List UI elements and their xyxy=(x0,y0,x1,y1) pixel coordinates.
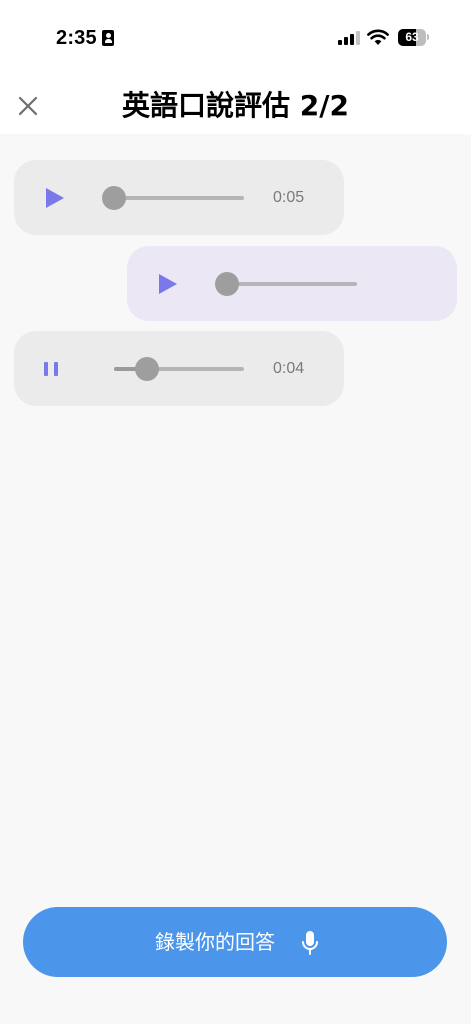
battery-icon: 63 xyxy=(398,29,426,46)
play-button[interactable] xyxy=(151,268,183,300)
audio-slider-thumb[interactable] xyxy=(134,357,159,381)
header: 英語口說評估 2/2 xyxy=(0,78,471,134)
chat-area: 0:05 0:04 xyxy=(0,134,471,1024)
audio-slider-thumb[interactable] xyxy=(215,272,239,296)
audio-message-2 xyxy=(127,246,457,321)
play-button[interactable] xyxy=(38,182,70,214)
audio-message-3: 0:04 xyxy=(14,331,344,406)
cellular-signal-icon xyxy=(338,31,360,45)
audio-duration: 0:05 xyxy=(273,189,305,206)
play-icon xyxy=(159,274,177,294)
page-title: 英語口說評估 2/2 xyxy=(122,89,349,122)
record-answer-label: 錄製你的回答 xyxy=(155,930,275,954)
battery-tip xyxy=(427,34,429,40)
play-icon xyxy=(46,188,64,208)
status-time: 2:35 xyxy=(56,27,97,49)
audio-slider-thumb[interactable] xyxy=(102,186,126,210)
audio-duration: 0:04 xyxy=(273,360,305,377)
microphone-icon xyxy=(302,931,318,955)
audio-message-1: 0:05 xyxy=(14,160,344,235)
wifi-icon xyxy=(367,29,389,45)
record-answer-button[interactable]: 錄製你的回答 xyxy=(23,907,447,977)
id-badge-icon xyxy=(102,30,114,46)
audio-progress-track[interactable] xyxy=(114,196,244,200)
pause-button[interactable] xyxy=(35,353,67,385)
battery-level-label: 63 xyxy=(405,30,419,44)
status-bar: 2:35 63 xyxy=(0,0,471,78)
audio-progress-track[interactable] xyxy=(227,282,357,286)
pause-icon xyxy=(44,362,58,376)
